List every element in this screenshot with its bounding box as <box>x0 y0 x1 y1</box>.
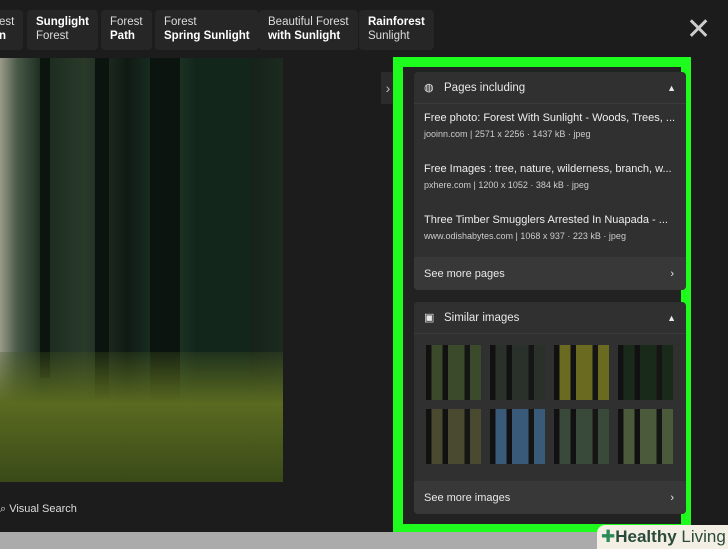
collapse-icon[interactable]: ▲ <box>667 313 676 323</box>
page-result[interactable]: Free Images : tree, nature, wilderness, … <box>414 155 686 206</box>
similar-image-thumbnail[interactable] <box>554 409 609 464</box>
pages-including-header[interactable]: ◍ Pages including ▲ <box>414 72 686 104</box>
page-result[interactable]: Free photo: Forest With Sunlight - Woods… <box>414 104 686 155</box>
visual-search-icon: ⌕ <box>0 503 10 515</box>
similar-image-thumbnail[interactable] <box>490 345 545 400</box>
chevron-right-icon: › <box>670 267 674 280</box>
similar-image-thumbnail[interactable] <box>618 409 673 464</box>
similar-image-thumbnail[interactable] <box>554 345 609 400</box>
chevron-right-icon: › <box>670 491 674 504</box>
chip-related-search[interactable]: Forest Path <box>101 10 152 50</box>
chip-related-search[interactable]: Forest Spring Sunlight <box>155 10 259 50</box>
visual-search-button[interactable]: ⌕ Visual Search <box>0 503 77 516</box>
watermark-logo: ✚Healthy Living <box>597 525 728 549</box>
similar-image-thumbnail[interactable] <box>618 345 673 400</box>
chip-related-search[interactable]: Rainforest Sunlight <box>359 10 434 50</box>
chip-related-search[interactable]: Sunglight Forest <box>27 10 99 50</box>
highlight-box: ◍ Pages including ▲ Free photo: Forest Wit… <box>393 57 691 534</box>
main-image[interactable] <box>0 58 283 482</box>
chip-related-search[interactable]: est n <box>0 10 24 50</box>
similar-image-thumbnail[interactable] <box>426 345 481 400</box>
page-result[interactable]: Three Timber Smugglers Arrested In Nuapa… <box>414 206 686 257</box>
see-more-pages-button[interactable]: See more pages › <box>414 257 686 290</box>
image-icon: ▣ <box>424 312 435 324</box>
close-icon[interactable]: ✕ <box>686 15 711 45</box>
similar-image-thumbnail[interactable] <box>490 409 545 464</box>
pages-including-card: ◍ Pages including ▲ Free photo: Forest Wit… <box>414 72 686 290</box>
similar-image-thumbnail[interactable] <box>426 409 481 464</box>
collapse-icon[interactable]: ▲ <box>667 83 676 93</box>
globe-icon: ◍ <box>424 82 434 94</box>
similar-images-card: ▣ Similar images ▲ See more images › <box>414 302 686 514</box>
similar-images-header[interactable]: ▣ Similar images ▲ <box>414 302 686 334</box>
chip-related-search[interactable]: Beautiful Forest with Sunlight <box>259 10 358 50</box>
see-more-images-button[interactable]: See more images › <box>414 481 686 514</box>
